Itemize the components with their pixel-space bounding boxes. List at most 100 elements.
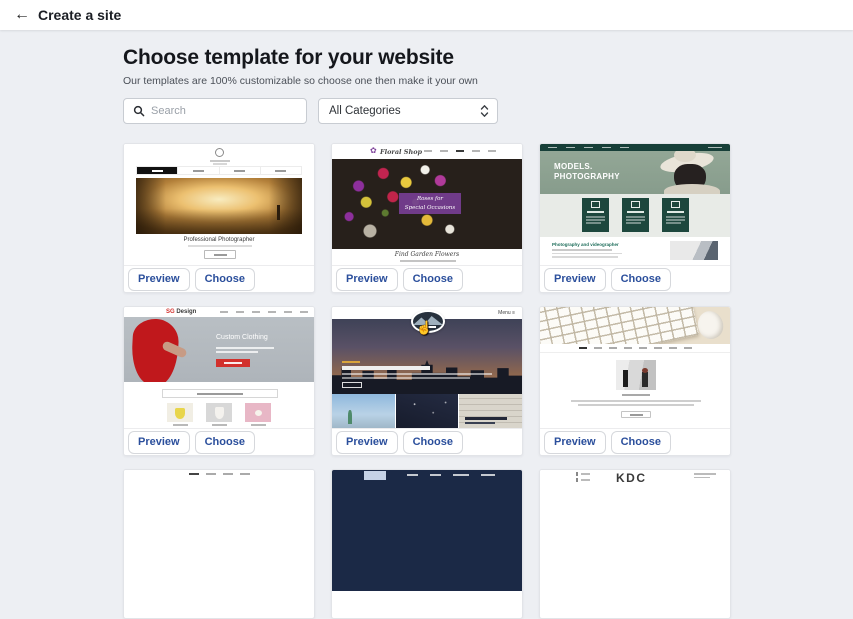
text-line [571,400,701,402]
search-input[interactable] [151,105,306,117]
statue-of-liberty-photo [332,394,395,428]
choose-button[interactable]: Choose [611,268,671,291]
outline-chip [342,382,362,388]
logo-block [364,471,386,480]
preview-button[interactable]: Preview [128,268,190,291]
feature-card [662,198,689,232]
sketch-photo [459,394,522,428]
card-actions: Preview Choose [124,265,314,292]
preview-button[interactable]: Preview [544,431,606,454]
camera-icon [591,201,600,208]
template-card-floral-shop: ✿ Floral Shop Roses for Special Occasion… [331,143,523,293]
section-subheading: Our templates are 100% customizable so c… [123,75,478,87]
template-thumbnail-models-photography[interactable]: MODELS. PHOTOGRAPHY Photography and vide… [540,144,730,265]
section-heading: Choose template for your website [123,46,454,70]
template-nav [540,144,730,151]
heading-line: MODELS. [554,162,620,172]
statue-shape [348,410,352,424]
product-photo-jewelry [245,403,271,422]
text-line [465,417,507,420]
choose-button[interactable]: Choose [403,268,463,291]
text-line [552,253,622,255]
template-thumbnail-partial-1[interactable] [124,470,314,591]
text-line [342,377,470,379]
preview-button[interactable]: Preview [544,268,606,291]
product-photo-yellow-dress [167,403,193,422]
text-line [400,260,456,262]
chevron-up-down-icon [480,104,489,118]
template-thumbnail-floral-shop[interactable]: ✿ Floral Shop Roses for Special Occasion… [332,144,522,265]
hero-image-sunset-field [136,178,302,234]
template-nav [136,166,302,175]
text-line [342,361,360,364]
brand-text: Floral Shop [380,148,422,156]
banner-line: Roses for [417,195,443,203]
template-header: ✿ Floral Shop [332,144,522,159]
text-line [342,373,492,375]
person-silhouette [642,372,648,387]
banner-line: Special Occasions [405,204,455,212]
template-footer [124,382,314,428]
preview-button[interactable]: Preview [336,268,398,291]
template-thumbnail-partial-kdc[interactable]: KDC [540,470,730,591]
heading-line: PHOTOGRAPHY [554,172,620,182]
shoulder-shape [664,184,720,194]
product-thumbnails [124,403,314,422]
choose-button[interactable]: Choose [611,431,671,454]
hamburger-icon: ≡ [512,310,515,316]
template-card-partial-1 [123,469,315,619]
text-line [210,160,230,162]
list-lines [576,472,590,484]
template-thumbnail-partial-2[interactable] [332,470,522,591]
template-thumbnail-photographer[interactable]: Professional Photographer [124,144,314,265]
hero-image-tulips: Roses for Special Occasions [332,159,522,249]
category-select[interactable]: All Categories [318,98,498,124]
text-line [214,254,227,256]
preview-button[interactable]: Preview [128,431,190,454]
hero-heading: MODELS. PHOTOGRAPHY [554,162,620,181]
section-title-bar [162,389,278,398]
template-body [540,354,730,428]
nav-links [424,150,496,152]
keyboard-keys [540,307,699,344]
product-captions [124,424,314,426]
text-line [224,362,242,364]
text-line [552,249,612,251]
text-line [188,245,252,247]
template-nav [540,344,730,353]
mouse-shape [694,308,726,342]
preview-button[interactable]: Preview [336,431,398,454]
template-thumbnail-keyboard-minimal[interactable] [540,307,730,428]
hero-heading: Custom Clothing [216,334,268,341]
nav-item [220,167,261,174]
flower-icon: ✿ [370,147,377,155]
hero-banner: Roses for Special Occasions [399,193,461,214]
template-thumbnail-city-blog[interactable]: Menu ≡ ☝ [332,307,522,428]
card-actions: Preview Choose [124,428,314,455]
mini-button [204,250,236,259]
menu-label: Menu ≡ [498,310,515,316]
hero-text-block [342,361,492,389]
hero-image-red-dress: Custom Clothing [124,317,314,382]
template-card-models-photography: MODELS. PHOTOGRAPHY Photography and vide… [539,143,731,293]
site-logo-icon [215,148,224,157]
template-card-partial-2 [331,469,523,619]
nav-links [694,473,716,480]
template-thumbnail-sg-design[interactable]: SG Design Custom Clothing [124,307,314,428]
hero-image-keyboard [540,307,730,344]
article-image-strip [332,394,522,428]
nav-item [178,167,219,174]
back-arrow-icon[interactable]: ← [14,6,36,24]
choose-button[interactable]: Choose [195,268,255,291]
category-selected-value: All Categories [329,105,480,117]
template-header: SG Design [124,307,314,317]
brand-text: KDC [616,471,647,485]
choose-button[interactable]: Choose [195,431,255,454]
choose-button[interactable]: Choose [403,431,463,454]
picture-icon [631,201,640,208]
text-line [197,393,243,395]
text-line [216,347,274,349]
text-line [465,422,495,424]
feature-cards [540,194,730,237]
nav-item [261,167,301,174]
